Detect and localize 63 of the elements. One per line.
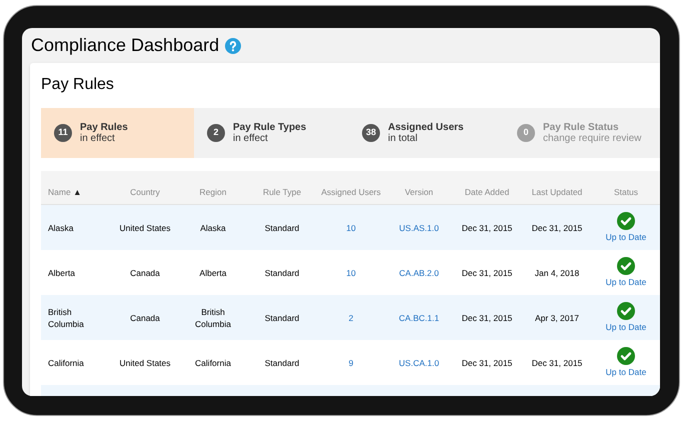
stat-caption: in effect: [233, 133, 269, 144]
table-cell: United States: [119, 356, 171, 368]
card-title: Pay Rules: [41, 75, 115, 95]
table-cell: Alaska: [48, 222, 74, 234]
status-link[interactable]: Up to Date: [606, 366, 646, 378]
table-cell: Alberta: [48, 266, 75, 278]
column-header[interactable]: Assigned Users: [321, 186, 381, 198]
version-link[interactable]: US.AS.1.0: [399, 222, 439, 234]
help-icon[interactable]: [225, 38, 242, 54]
table-cell: Dec 31, 2015: [462, 356, 512, 368]
count-badge: 11: [54, 124, 72, 142]
table-cell: United States: [119, 222, 171, 234]
table-cell: Dec 31, 2015: [532, 356, 582, 368]
stat-label: Pay Rule Types: [233, 122, 306, 133]
column-header[interactable]: Date Added: [464, 186, 510, 198]
users-link[interactable]: 9: [348, 356, 354, 368]
table-cell-text: British Columbia: [48, 306, 85, 330]
status-link[interactable]: Up to Date: [606, 320, 646, 334]
table-row[interactable]: Alaska United States Alaska Standard 10 US.AS.1.0 Dec 31, 2015 Dec 31, 2015 Up to Date: [41, 205, 660, 250]
table-cell: Dec 31, 2015: [532, 222, 582, 234]
users-link[interactable]: 10: [346, 266, 356, 278]
column-header[interactable]: Region: [200, 186, 226, 198]
stat-label: Pay Rules: [80, 122, 128, 133]
table-cell: Dec 31, 2015: [462, 312, 512, 324]
count-badge: 2: [207, 124, 225, 142]
stat-caption: change require review: [543, 133, 642, 144]
stat-caption: in total: [388, 133, 418, 144]
table-cell: Canada: [130, 266, 160, 278]
status-link[interactable]: Up to Date: [606, 276, 646, 288]
column-header[interactable]: Rule Type: [262, 186, 302, 198]
table-cell: Standard: [264, 222, 300, 234]
column-header[interactable]: Status: [614, 186, 638, 198]
stat-label: Assigned Users: [388, 122, 464, 133]
version-link[interactable]: CA.AB.2.0: [399, 266, 439, 278]
table-cell: Standard: [264, 266, 300, 278]
users-link[interactable]: 2: [348, 312, 354, 324]
table-cell: Alberta: [200, 266, 226, 278]
table-cell: Canada: [130, 312, 160, 324]
count-badge: 38: [362, 124, 380, 142]
stat-tile[interactable]: 11 Pay Rules in effect: [41, 108, 194, 158]
status-link[interactable]: Up to Date: [606, 230, 646, 244]
stat-caption: in effect: [80, 133, 116, 144]
stat-label: Pay Rule Status: [543, 122, 620, 133]
table-cell: Alaska: [200, 222, 226, 234]
column-header[interactable]: Name ▲: [48, 186, 82, 198]
table-cell: California: [48, 356, 84, 368]
window-title: Compliance Dashboard: [31, 34, 220, 57]
users-link[interactable]: 10: [346, 222, 356, 234]
table-row[interactable]: British Columbia Canada British Columbia Standard 2 CA.BC.1.1 Dec 31, 2015 Apr 3, 2017 Up to Date: [41, 295, 660, 340]
column-header[interactable]: Country: [130, 186, 160, 198]
column-header[interactable]: Version: [404, 186, 434, 198]
table-cell: California: [195, 356, 231, 368]
version-link[interactable]: US.CA.1.0: [398, 356, 440, 368]
table-cell: Standard: [264, 356, 300, 368]
count-badge: 0: [517, 124, 535, 142]
version-link[interactable]: CA.BC.1.1: [398, 312, 440, 324]
table-cell: Dec 31, 2015: [462, 222, 512, 234]
column-header[interactable]: Last Updated: [532, 186, 582, 198]
table-cell: Apr 3, 2017: [535, 312, 579, 324]
table-cell: Jan 4, 2018: [534, 266, 580, 278]
table-cell: Dec 31, 2015: [462, 266, 512, 278]
table-cell-text: British Columbia: [194, 306, 232, 330]
table-cell: Standard: [264, 312, 300, 324]
